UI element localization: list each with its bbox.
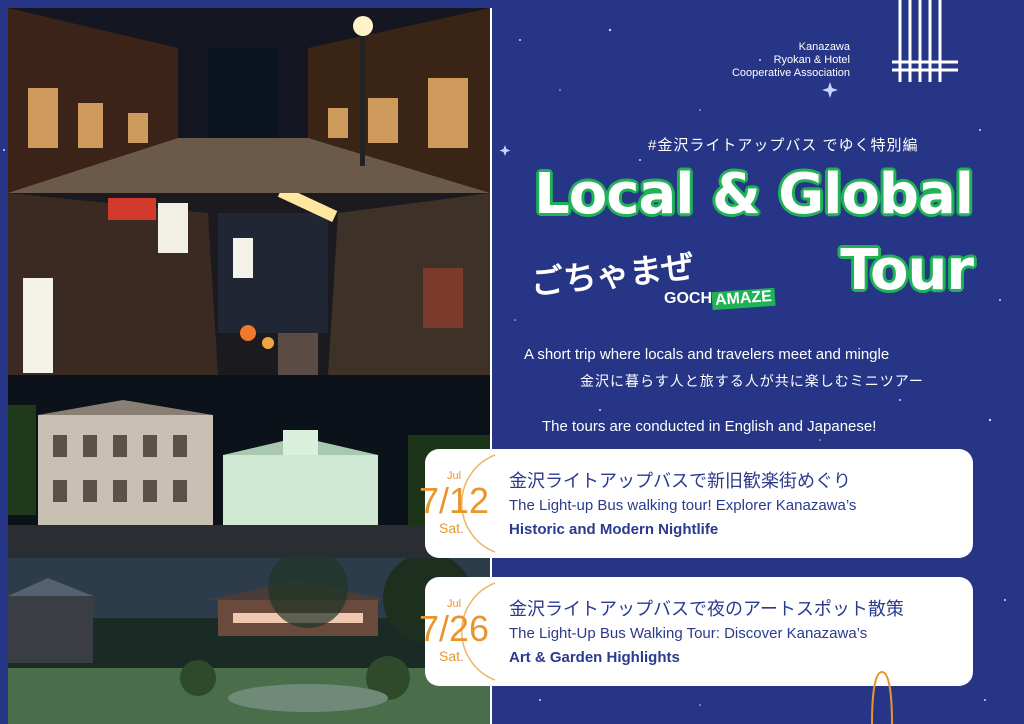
association-name-line3: Cooperative Association (731, 67, 850, 79)
tour-card-1[interactable]: Jul 7/12 Sat. 金沢ライトアップバスで新旧歓楽街めぐり The Li… (419, 449, 973, 558)
gochamaze-english-highlight: AMAZE (711, 287, 776, 311)
photo-old-street-night (8, 8, 490, 193)
title-line1: Local & Global (534, 162, 974, 227)
association-name: Kanazawa Ryokan & Hotel Cooperative Asso… (732, 41, 850, 80)
title-line2: Tour (840, 238, 974, 303)
tour-title-japanese: 金沢ライトアップバスで新旧歓楽街めぐり (509, 471, 851, 491)
tour-title-english: The Light-Up Bus Walking Tour: Discover … (509, 625, 868, 642)
photo-illuminated-buildings (8, 375, 490, 558)
decorative-loop-icon (871, 670, 893, 724)
tour-date: 7/12 (419, 480, 490, 521)
tour-weekday: Sat. (439, 648, 464, 664)
gochamaze-english: GOCH AMAZE (664, 287, 776, 311)
association-name-line2: Ryokan & Hotel (773, 54, 850, 66)
gochamaze-english-a: GOCH (664, 290, 712, 307)
subtitle-english: A short trip where locals and travelers … (524, 346, 890, 363)
language-note: The tours are conducted in English and J… (542, 418, 877, 435)
association-logo-icon (892, 0, 958, 82)
tour-title-japanese: 金沢ライトアップバスで夜のアートスポット散策 (509, 599, 904, 619)
subtitle-japanese: 金沢に暮らす人と旅する人が共に楽しむミニツアー (580, 373, 924, 389)
photo-alley-night (8, 193, 490, 375)
tour-date: 7/26 (419, 608, 490, 649)
tour-title-english: The Light-up Bus walking tour! Explorer … (509, 497, 857, 514)
tour-title-english-bold: Art & Garden Highlights (509, 649, 680, 666)
tour-title-english-bold: Historic and Modern Nightlife (509, 521, 719, 538)
association-name-line1: Kanazawa (798, 41, 850, 53)
photo-garden-night (8, 558, 490, 724)
hashtag-text: #金沢ライトアップバス でゆく特別編 (648, 137, 919, 154)
tour-weekday: Sat. (439, 520, 464, 536)
